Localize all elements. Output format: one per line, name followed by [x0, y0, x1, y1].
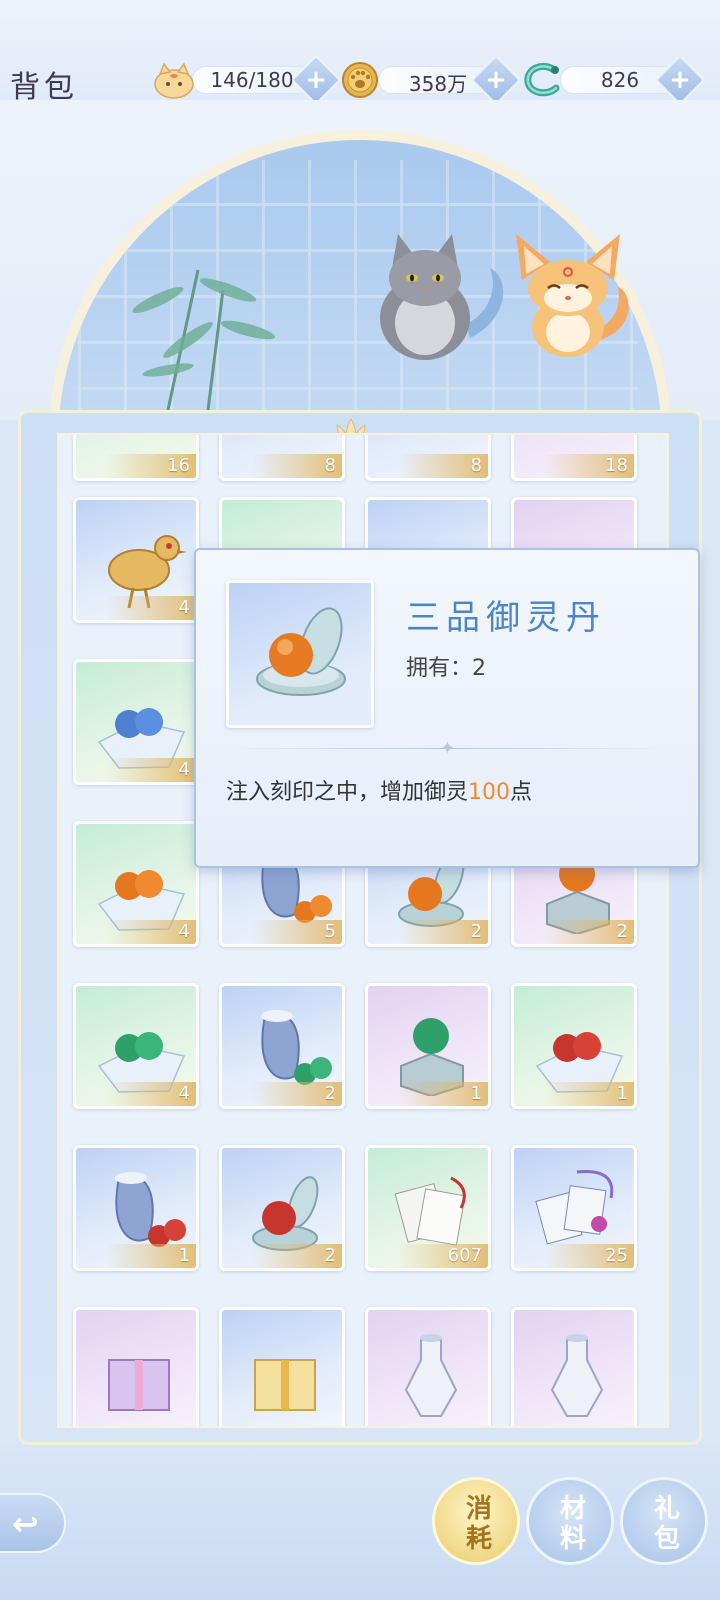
stamina-resource: 146/180 + [152, 54, 342, 106]
tab-materials[interactable]: 材料 [526, 1477, 614, 1565]
gems-resource: 826 + [520, 54, 710, 106]
inventory-slot[interactable]: 16 [73, 435, 199, 481]
item-count: 1 [544, 1082, 634, 1106]
inventory-slot-golden-bird[interactable]: 4 [73, 497, 199, 623]
inventory-slot-orange-orbs-cloth[interactable]: 4 [73, 821, 199, 947]
red-orbs-cloth-icon [535, 1032, 624, 1093]
item-count: 2 [544, 920, 634, 944]
inventory-slot[interactable]: 8 [219, 435, 345, 481]
cat-stamina-icon [154, 62, 194, 99]
scroll-papers-icon [394, 1176, 466, 1246]
item-count: 4 [106, 1082, 196, 1106]
inventory-slot-green-orbs-pouch[interactable]: 2 [219, 983, 345, 1109]
orange-orbs-cloth-icon [97, 870, 186, 931]
blue-orbs-cloth-icon [97, 708, 186, 769]
item-count: 2 [252, 1082, 342, 1106]
paw-coin-icon [342, 62, 378, 98]
inventory-slot[interactable]: 8 [365, 435, 491, 481]
dragon-gem-icon [524, 63, 560, 97]
top-bar: 背包 146/180 + 358万 + 826 + [0, 0, 720, 110]
item-count: 5 [252, 920, 342, 944]
item-icon [226, 580, 374, 728]
inventory-slot-red-orb-case[interactable]: 2 [219, 1145, 345, 1271]
stamina-value: 146/180 [210, 68, 294, 92]
item-count: 25 [544, 1244, 634, 1268]
item-count: 2 [252, 1244, 342, 1268]
green-orbs-cloth-icon [97, 1032, 186, 1093]
bamboo-decoration [132, 269, 276, 410]
tab-gift-packs[interactable]: 礼包 [620, 1477, 708, 1565]
inventory-slot-potion-bottle[interactable] [511, 1307, 637, 1426]
green-orb-box-icon [400, 1018, 464, 1096]
potion-bottle-icon [404, 1334, 458, 1417]
inventory-slot-blue-orbs-cloth[interactable]: 4 [73, 659, 199, 785]
purple-gift-box-icon [108, 1359, 170, 1411]
bottom-bar: ↩ 消耗 材料 礼包 [0, 1445, 720, 1600]
item-description: 注入刻印之中，增加御灵100点 [226, 780, 533, 805]
item-count: 2 [398, 920, 488, 944]
add-gems-button[interactable]: + [654, 54, 706, 106]
item-detail-tooltip[interactable]: 三品御灵丹 拥有：2 ✦ 注入刻印之中，增加御灵100点 [194, 548, 700, 868]
talisman-scrolls-icon [535, 1170, 614, 1245]
inventory-slot-potion-bottle[interactable] [365, 1307, 491, 1426]
item-count: 1 [106, 1244, 196, 1268]
fox-pet[interactable] [508, 232, 638, 362]
item-count: 607 [398, 1244, 488, 1268]
red-orb-case-icon [252, 1176, 319, 1251]
add-coins-button[interactable]: + [470, 54, 522, 106]
inventory-slot-green-orbs-cloth[interactable]: 4 [73, 983, 199, 1109]
grey-cat-pet[interactable] [370, 228, 510, 368]
back-arrow-icon: ↩ [12, 1505, 39, 1543]
red-orbs-pouch-icon [115, 1172, 186, 1247]
inventory-slot[interactable]: 18 [511, 435, 637, 481]
inventory-slot-purple-gift-box[interactable] [73, 1307, 199, 1426]
divider-star-icon: ✦ [440, 738, 456, 759]
item-name: 三品御灵丹 [406, 598, 606, 638]
gold-gift-box-icon [254, 1359, 316, 1411]
tab-consumables[interactable]: 消耗 [432, 1477, 520, 1565]
item-count: 4 [106, 596, 196, 620]
potion-bottle-icon [550, 1334, 604, 1417]
inventory-slot-red-orbs-cloth[interactable]: 1 [511, 983, 637, 1109]
inventory-slot-red-orbs-pouch[interactable]: 1 [73, 1145, 199, 1271]
inventory-slot-scroll-papers[interactable]: 607 [365, 1145, 491, 1271]
pet-scene [0, 100, 720, 830]
green-orbs-pouch-icon [261, 1010, 332, 1085]
inventory-slot-gold-gift-box[interactable] [219, 1307, 345, 1426]
add-stamina-button[interactable]: + [290, 54, 342, 106]
coins-resource: 358万 + [338, 54, 522, 106]
inventory-slot-green-orb-box[interactable]: 1 [365, 983, 491, 1109]
item-owned: 拥有：2 [406, 656, 487, 681]
back-button[interactable]: ↩ [0, 1493, 66, 1553]
inventory-slot-talisman-scrolls[interactable]: 25 [511, 1145, 637, 1271]
item-count: 4 [106, 920, 196, 944]
orange-orb-case-icon [256, 607, 346, 696]
item-count: 1 [398, 1082, 488, 1106]
golden-bird-icon [108, 535, 187, 609]
item-count: 4 [106, 758, 196, 782]
